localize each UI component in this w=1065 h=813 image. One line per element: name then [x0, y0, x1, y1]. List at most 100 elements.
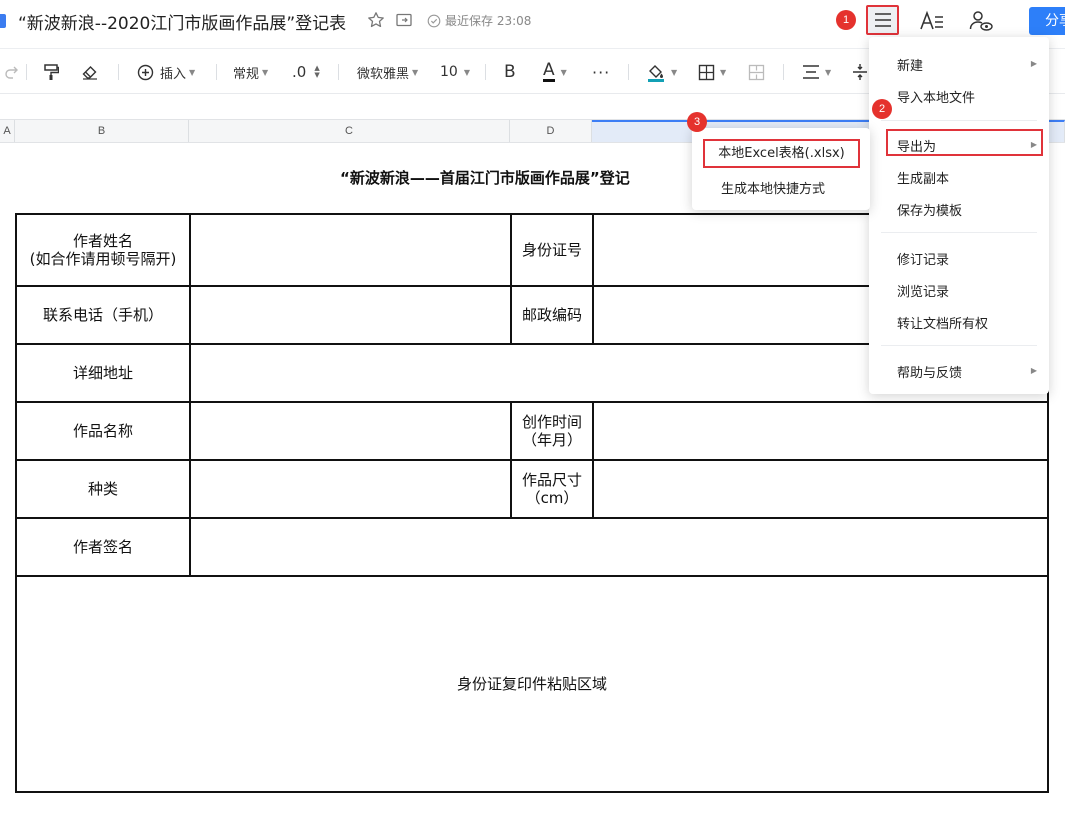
phone-input-cell[interactable] — [189, 285, 512, 345]
main-menu-dropdown: 新建 ▶ 导入本地文件 导出为 ▶ 生成副本 保存为模板 修订记录 浏览记录 转… — [869, 37, 1049, 394]
menu-item-export-as[interactable]: 导出为 — [897, 136, 936, 155]
font-color-label: A — [543, 60, 555, 82]
signature-input-cell[interactable] — [189, 517, 1049, 577]
table-row: 种类 作品尺寸 （cm） — [15, 459, 1049, 519]
author-name-input-cell[interactable] — [189, 213, 512, 287]
chevron-down-icon: ▼ — [189, 67, 196, 77]
menu-item-save-as-template[interactable]: 保存为模板 — [897, 200, 962, 219]
created-time-input-cell[interactable] — [592, 401, 1049, 461]
author-name-hint: (如合作请用顿号隔开) — [29, 250, 177, 268]
address-label[interactable]: 详细地址 — [15, 343, 191, 403]
menu-item-make-copy[interactable]: 生成副本 — [897, 168, 949, 187]
step-badge-3: 3 — [687, 112, 707, 132]
toolbar-divider — [628, 64, 629, 80]
menu-button[interactable] — [866, 5, 899, 35]
save-status-text: 最近保存 23:08 — [445, 14, 532, 28]
sheet-title[interactable]: “新波新浪——首届江门市版画作品展”登记 — [340, 167, 630, 188]
column-header-b[interactable]: B — [15, 120, 189, 142]
category-label[interactable]: 种类 — [15, 459, 191, 519]
menu-item-revision-history[interactable]: 修订记录 — [897, 249, 949, 268]
chevron-down-icon: ▼ — [412, 67, 419, 77]
save-status: 最近保存 23:08 — [427, 12, 531, 29]
created-time-label: 创作时间 — [521, 413, 582, 431]
move-to-folder-icon[interactable] — [394, 10, 414, 30]
work-name-label[interactable]: 作品名称 — [15, 401, 191, 461]
toolbar-divider — [26, 64, 27, 80]
toolbar-divider — [485, 64, 486, 80]
chevron-right-icon: ▶ — [1030, 59, 1037, 68]
more-button[interactable]: ··· — [592, 61, 610, 83]
author-name-label-cell[interactable]: 作者姓名 (如合作请用顿号隔开) — [15, 213, 191, 287]
menu-item-transfer-ownership[interactable]: 转让文档所有权 — [897, 313, 988, 332]
created-time-label-cell[interactable]: 创作时间 （年月） — [510, 401, 594, 461]
chevron-down-icon: ▼ — [671, 67, 678, 77]
menu-item-new[interactable]: 新建 — [897, 55, 923, 74]
size-input-cell[interactable] — [592, 459, 1049, 519]
size-label-cell[interactable]: 作品尺寸 （cm） — [510, 459, 594, 519]
align-center-icon — [803, 65, 819, 79]
number-format-value: 常规 — [233, 66, 260, 82]
text-style-icon[interactable] — [919, 9, 945, 33]
menu-divider — [881, 232, 1037, 233]
border-grid-icon — [698, 64, 715, 80]
collaborator-view-icon[interactable] — [968, 9, 994, 33]
chevron-down-icon: ▼ — [560, 67, 567, 77]
chevron-down-icon: ▼ — [262, 67, 269, 77]
step-badge-2: 2 — [872, 99, 892, 119]
author-name-label: 作者姓名 — [72, 232, 133, 250]
table-row: 作品名称 创作时间 （年月） — [15, 401, 1049, 461]
number-format-select[interactable]: 常规 ▼ — [233, 61, 268, 83]
clear-format-icon[interactable] — [81, 61, 99, 83]
id-number-label[interactable]: 身份证号 — [510, 213, 594, 287]
doc-type-icon — [0, 14, 6, 28]
document-title[interactable]: “新波新浪--2020江门市版画作品展”登记表 — [18, 9, 346, 34]
postcode-label[interactable]: 邮政编码 — [510, 285, 594, 345]
saved-check-icon — [427, 14, 441, 27]
table-row: 身份证复印件粘贴区域 — [15, 575, 1049, 793]
font-size-select[interactable]: 10 ▼ — [440, 61, 470, 83]
insert-label: 插入 — [160, 66, 187, 82]
horizontal-align-button[interactable]: ▼ — [802, 61, 831, 83]
bold-button[interactable]: B — [504, 61, 516, 83]
signature-label[interactable]: 作者签名 — [15, 517, 191, 577]
column-header-c[interactable]: C — [189, 120, 510, 142]
menu-item-help-feedback[interactable]: 帮助与反馈 — [897, 362, 962, 381]
menu-item-import-local[interactable]: 导入本地文件 — [897, 87, 975, 106]
id-copy-area[interactable]: 身份证复印件粘贴区域 — [15, 575, 1049, 793]
format-painter-icon[interactable] — [43, 61, 59, 83]
table-row: 作者签名 — [15, 517, 1049, 577]
work-name-input-cell[interactable] — [189, 401, 512, 461]
hamburger-icon — [874, 13, 891, 27]
export-xlsx-item[interactable]: 本地Excel表格(.xlsx) — [703, 139, 860, 168]
vertical-align-button[interactable] — [852, 61, 868, 83]
column-header-d[interactable]: D — [510, 120, 592, 142]
decimal-stepper[interactable]: .0 ▲ ▼ — [292, 61, 320, 83]
toolbar-divider — [118, 64, 119, 80]
size-unit-hint: （cm） — [525, 489, 579, 507]
star-icon[interactable] — [366, 10, 386, 30]
fill-color-button[interactable]: ▼ — [646, 61, 677, 83]
font-family-select[interactable]: 微软雅黑 ▼ — [357, 61, 418, 83]
share-button[interactable]: 分享 — [1029, 7, 1065, 35]
chevron-down-icon: ▼ — [720, 67, 727, 77]
chevron-right-icon: ▶ — [1030, 366, 1037, 375]
merge-cells-icon[interactable] — [748, 61, 765, 83]
column-header-a[interactable]: A — [0, 120, 15, 142]
phone-label[interactable]: 联系电话（手机） — [15, 285, 191, 345]
font-color-button[interactable]: A ▼ — [543, 61, 567, 83]
vertical-align-icon — [853, 64, 867, 80]
category-input-cell[interactable] — [189, 459, 512, 519]
fill-bucket-icon — [648, 65, 664, 82]
chevron-down-icon: ▼ — [825, 67, 832, 77]
insert-button[interactable]: 插入 ▼ — [137, 61, 195, 83]
size-label: 作品尺寸 — [521, 471, 582, 489]
toolbar-divider — [783, 64, 784, 80]
chevron-down-icon: ▼ — [463, 67, 470, 77]
export-shortcut-item[interactable]: 生成本地快捷方式 — [721, 178, 825, 197]
border-button[interactable]: ▼ — [698, 61, 726, 83]
created-time-hint: （年月） — [521, 431, 582, 449]
menu-item-view-history[interactable]: 浏览记录 — [897, 281, 949, 300]
redo-icon[interactable] — [4, 61, 20, 83]
stepper-arrows-icon: ▲ ▼ — [314, 64, 320, 79]
chevron-right-icon: ▶ — [1030, 140, 1037, 149]
